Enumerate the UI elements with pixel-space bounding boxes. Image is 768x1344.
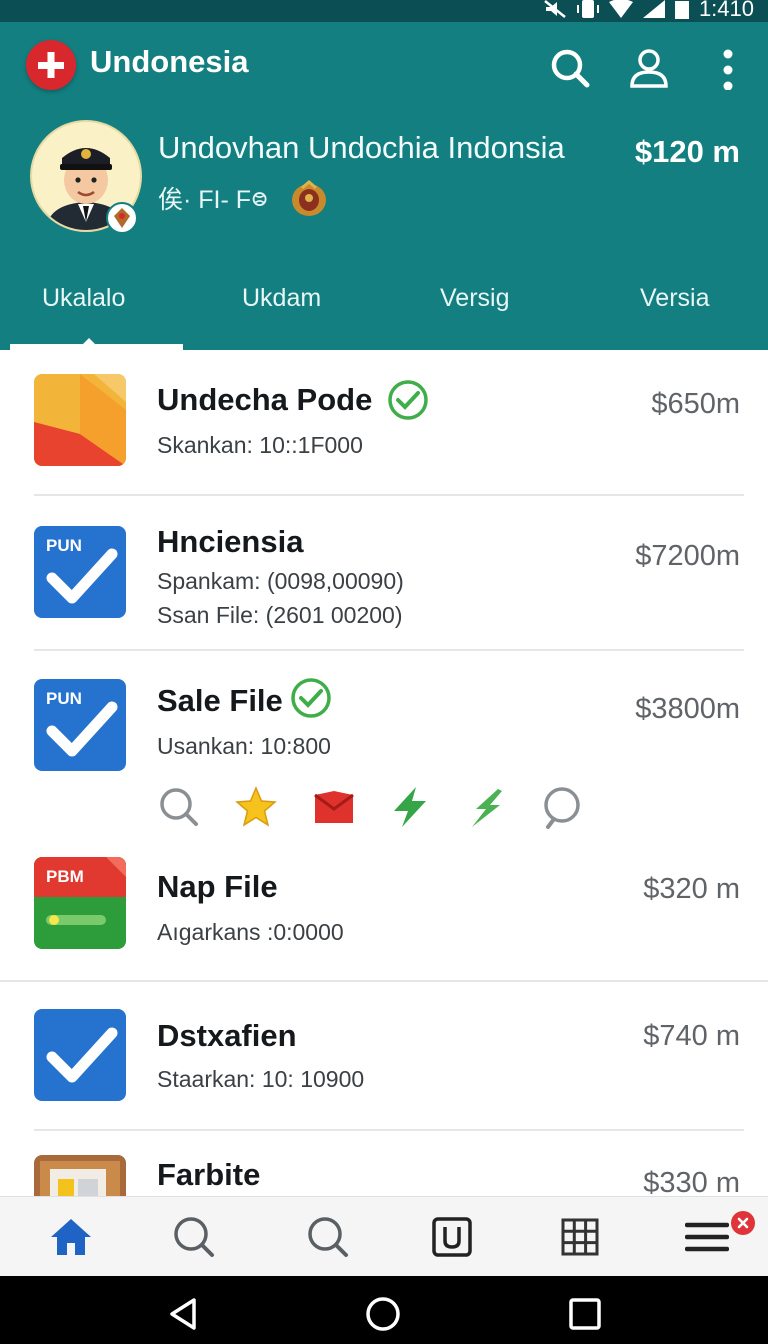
icon-label: PBM — [46, 867, 84, 886]
file-list: Undecha Pode Skankan: 10::1F000 $650m PU… — [0, 350, 768, 1196]
back-icon — [170, 1298, 196, 1330]
item-meta: Skankan: 10::1F000 — [157, 432, 363, 458]
check-circle-icon — [290, 677, 332, 719]
blue-check-doc-icon: PUN — [34, 679, 126, 771]
app-title: Undonesia — [90, 44, 249, 79]
item-meta: Ssan File: (2601 00200) — [157, 602, 403, 628]
account-icon — [630, 49, 668, 88]
item-price: $3800m — [635, 693, 740, 725]
search-icon — [551, 49, 590, 88]
notification-badge — [731, 1211, 755, 1235]
bolt-icon[interactable] — [388, 785, 432, 829]
plus-icon — [38, 52, 64, 78]
home-circle-icon — [366, 1297, 400, 1331]
search-icon — [308, 1217, 348, 1257]
star-icon[interactable] — [234, 785, 278, 829]
widget-icon — [432, 1217, 472, 1257]
search-button[interactable] — [548, 46, 592, 90]
item-meta: Staarkan: 10: 10900 — [157, 1066, 365, 1092]
item-meta: Usankan: 10:800 — [157, 733, 331, 759]
tab-ukdam[interactable]: Ukdam — [242, 284, 321, 313]
item-title: Farbite — [157, 1157, 261, 1192]
system-navigation — [0, 1276, 768, 1344]
blue-check-doc-icon — [34, 1009, 126, 1101]
orange-doc-icon — [34, 374, 126, 466]
quick-actions — [157, 785, 597, 829]
item-price: $7200m — [635, 540, 740, 572]
app-logo[interactable] — [26, 40, 76, 90]
nav-search-alt[interactable] — [306, 1215, 350, 1259]
blue-check-doc-icon: PUN — [34, 526, 126, 618]
profile-subtitle: 俟· FI- F᳂ — [158, 186, 268, 214]
grid-icon — [561, 1218, 599, 1256]
signal-icon — [642, 0, 665, 18]
nav-menu[interactable] — [684, 1215, 730, 1259]
recents-icon — [569, 1298, 601, 1330]
garuda-emblem-icon — [290, 178, 328, 218]
list-item[interactable]: PBM Nap File Aıgarkans :0:0000 $320 m — [0, 841, 768, 982]
item-title: Dstxafien — [157, 1018, 297, 1053]
list-item[interactable]: Undecha Pode Skankan: 10::1F000 $650m — [0, 350, 768, 496]
tab-ukalalo[interactable]: Ukalalo — [42, 284, 125, 313]
list-item[interactable]: Dstxafien Staarkan: 10: 10900 $740 m — [0, 982, 768, 1131]
item-price: $330 m — [643, 1167, 740, 1196]
mail-icon[interactable] — [312, 785, 356, 829]
bottom-navigation — [0, 1196, 768, 1276]
nav-search[interactable] — [172, 1215, 216, 1259]
recents-button[interactable] — [567, 1296, 603, 1332]
profile-name: Undovhan Undochia Indonsia — [158, 130, 565, 165]
nav-widget[interactable] — [430, 1215, 474, 1259]
tab-versig[interactable]: Versig — [440, 284, 509, 313]
mute-icon — [544, 0, 566, 18]
item-meta: Spankam: (0098,00090) — [157, 568, 404, 594]
item-price: $740 m — [643, 1020, 740, 1052]
tab-bar: Ukalalo Ukdam Versig Versia — [0, 276, 768, 350]
more-vert-icon — [723, 49, 733, 91]
bolt-icon[interactable] — [464, 785, 508, 829]
item-price: $650m — [651, 388, 740, 420]
home-icon — [51, 1219, 91, 1255]
box-icon — [34, 1155, 126, 1196]
check-circle-icon — [387, 379, 429, 421]
back-button[interactable] — [166, 1296, 202, 1332]
list-item[interactable]: Farbite $330 m — [0, 1131, 768, 1196]
search-icon[interactable] — [540, 785, 584, 829]
green-doc-icon: PBM — [34, 857, 126, 949]
search-icon — [174, 1217, 214, 1257]
menu-icon — [684, 1222, 730, 1252]
profile-balance: $120 m — [634, 134, 740, 169]
vibrate-icon — [576, 0, 599, 18]
item-title: Undecha Pode — [157, 382, 373, 417]
app-bar: Undonesia — [0, 22, 768, 112]
home-button[interactable] — [365, 1296, 401, 1332]
more-options-button[interactable] — [706, 46, 750, 91]
wifi-icon — [608, 0, 633, 18]
battery-icon — [674, 1, 689, 19]
item-price: $320 m — [643, 873, 740, 905]
app-header: Undonesia Undovhan Undochia Indonsia 俟· … — [0, 22, 768, 350]
emblem-badge-icon — [106, 202, 138, 234]
item-meta: Aıgarkans :0:0000 — [157, 919, 344, 945]
close-icon — [737, 1217, 749, 1229]
account-button[interactable] — [627, 46, 671, 90]
nav-grid[interactable] — [558, 1215, 602, 1259]
item-title: Sale File — [157, 683, 283, 718]
status-bar: 1:410 — [0, 0, 768, 22]
list-item[interactable]: PUN Hnciensia Spankam: (0098,00090) Ssan… — [0, 496, 768, 651]
item-title: Hnciensia — [157, 524, 304, 559]
tab-versia[interactable]: Versia — [640, 284, 709, 313]
item-title: Nap File — [157, 869, 278, 904]
search-icon[interactable] — [157, 785, 201, 829]
nav-home[interactable] — [49, 1215, 93, 1259]
status-time: 1:410 — [698, 0, 754, 21]
